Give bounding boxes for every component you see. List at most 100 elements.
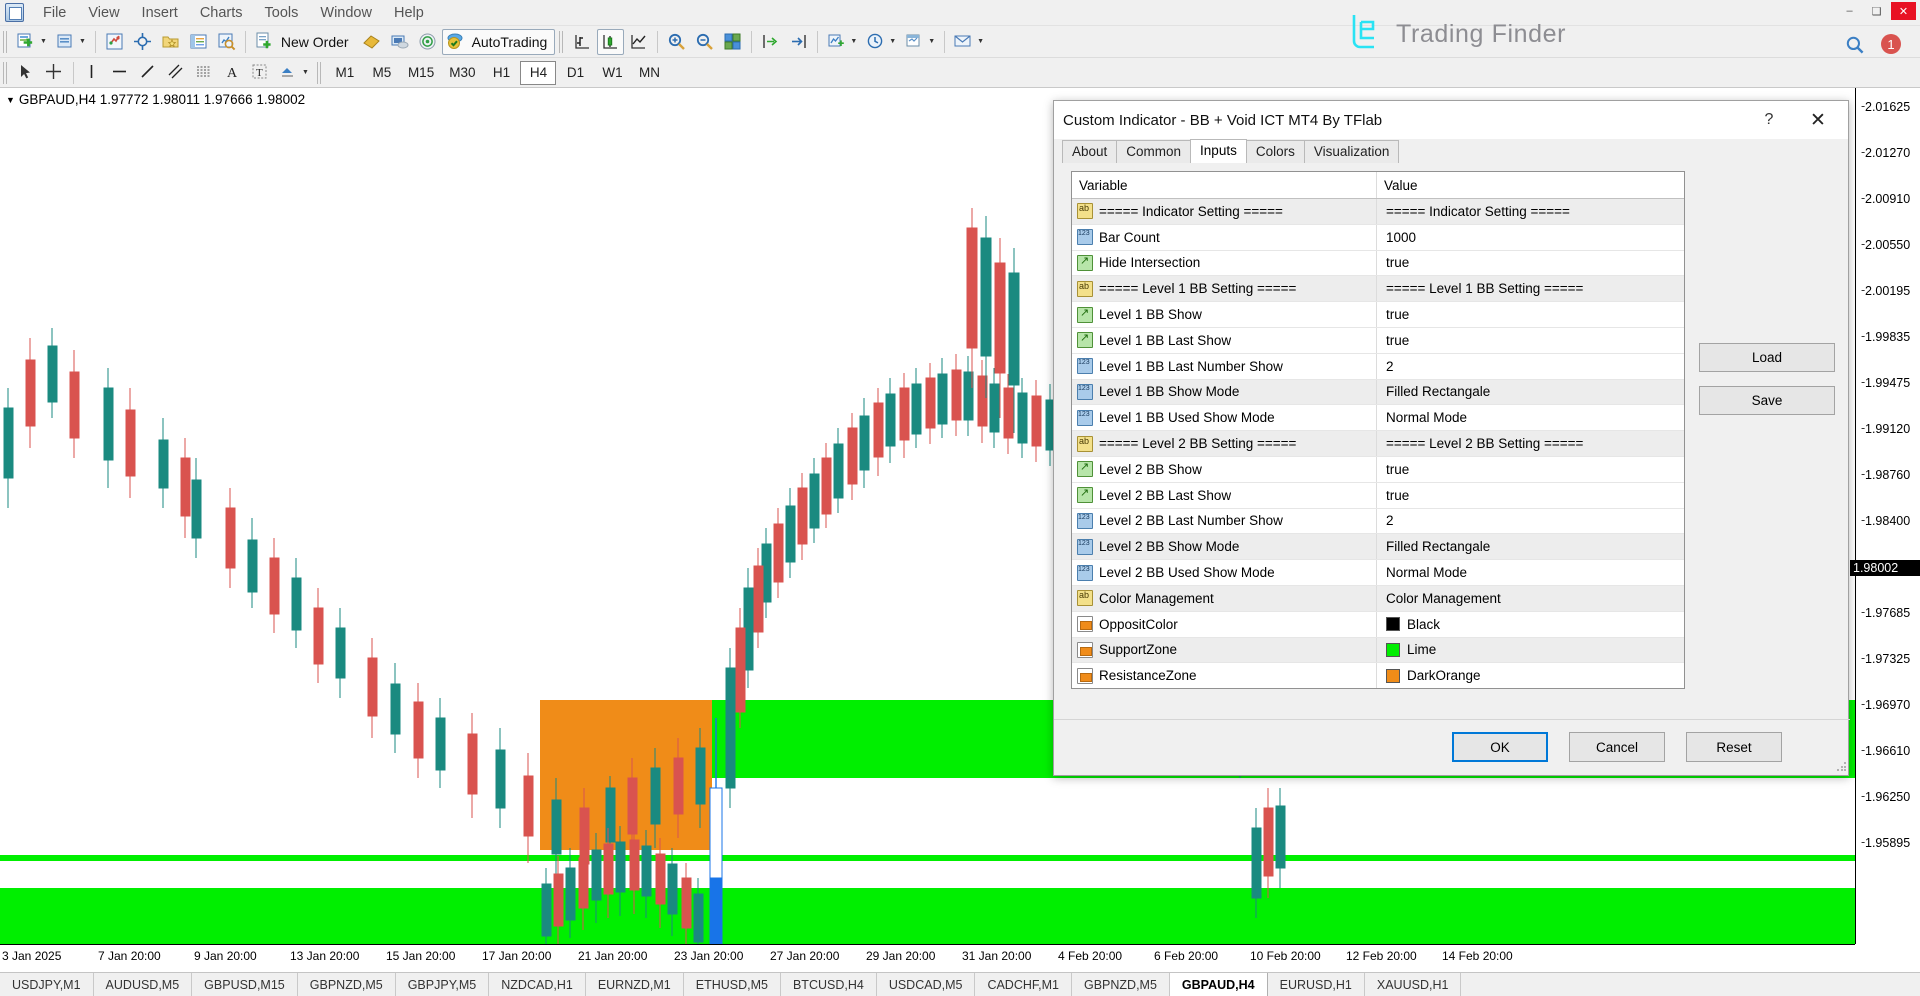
- chevron-down-icon[interactable]: ▼: [79, 38, 86, 45]
- table-row[interactable]: Level 1 BB Last Show true: [1072, 328, 1684, 354]
- variable-value[interactable]: Black: [1407, 617, 1440, 632]
- table-row[interactable]: Level 2 BB Show Mode Filled Rectangale: [1072, 534, 1684, 560]
- variable-value[interactable]: Normal Mode: [1386, 565, 1467, 580]
- table-row[interactable]: Bar Count 1000: [1072, 225, 1684, 251]
- timeframe-w1[interactable]: W1: [594, 61, 630, 85]
- line-chart-button[interactable]: [625, 29, 652, 55]
- table-row[interactable]: Hide Intersection true: [1072, 251, 1684, 277]
- toolbar-grip[interactable]: [317, 62, 323, 84]
- dialog-titlebar[interactable]: Custom Indicator - BB + Void ICT MT4 By …: [1054, 101, 1848, 139]
- mail-button[interactable]: ▼: [950, 29, 988, 55]
- timeframe-m15[interactable]: M15: [401, 61, 441, 85]
- table-row[interactable]: Level 1 BB Last Number Show 2: [1072, 354, 1684, 380]
- close-icon[interactable]: ✕: [1796, 105, 1840, 135]
- cursor-button[interactable]: [13, 60, 40, 86]
- inputs-grid[interactable]: Variable Value ===== Indicator Setting =…: [1071, 171, 1685, 689]
- auto-scroll-button[interactable]: [785, 29, 812, 55]
- table-row[interactable]: Color Management Color Management: [1072, 586, 1684, 612]
- variable-value[interactable]: Color Management: [1386, 591, 1501, 606]
- resize-grip[interactable]: [1836, 761, 1848, 773]
- help-icon[interactable]: ?: [1754, 108, 1784, 132]
- table-row[interactable]: Level 1 BB Used Show Mode Normal Mode: [1072, 405, 1684, 431]
- equidistant-channel-button[interactable]: [163, 60, 190, 86]
- table-row[interactable]: Level 2 BB Last Number Show 2: [1072, 509, 1684, 535]
- reset-button[interactable]: Reset: [1686, 732, 1782, 762]
- chevron-down-icon[interactable]: ▼: [40, 38, 47, 45]
- chart-tab[interactable]: CADCHF,M1: [975, 973, 1072, 996]
- variable-value[interactable]: DarkOrange: [1407, 668, 1481, 683]
- chart-tab[interactable]: EURUSD,H1: [1268, 973, 1365, 996]
- variable-value[interactable]: true: [1386, 462, 1409, 477]
- table-row[interactable]: ResistanceZone DarkOrange: [1072, 663, 1684, 689]
- variable-value[interactable]: Normal Mode: [1386, 410, 1467, 425]
- load-button[interactable]: Load: [1699, 343, 1835, 372]
- variable-value[interactable]: Filled Rectangale: [1386, 384, 1490, 399]
- variable-value[interactable]: true: [1386, 333, 1409, 348]
- navigator-button[interactable]: [157, 29, 184, 55]
- close-icon[interactable]: ✕: [1891, 2, 1916, 20]
- table-row[interactable]: Level 2 BB Used Show Mode Normal Mode: [1072, 560, 1684, 586]
- chart-tab[interactable]: GBPNZD,M5: [298, 973, 396, 996]
- profiles-button[interactable]: ▼: [52, 29, 90, 55]
- period-button[interactable]: ▼: [862, 29, 900, 55]
- chevron-down-icon[interactable]: ▼: [302, 69, 309, 76]
- chart-tab[interactable]: AUDUSD,M5: [94, 973, 193, 996]
- custom-indicator-dialog[interactable]: Custom Indicator - BB + Void ICT MT4 By …: [1053, 100, 1849, 776]
- crosshair-button[interactable]: [129, 29, 156, 55]
- text-button[interactable]: A: [219, 60, 246, 86]
- trendline-button[interactable]: [135, 60, 162, 86]
- tab-visualization[interactable]: Visualization: [1304, 140, 1400, 163]
- market-watch-button[interactable]: [101, 29, 128, 55]
- chevron-down-icon[interactable]: ▼: [850, 38, 857, 45]
- timeframe-m5[interactable]: M5: [364, 61, 400, 85]
- table-row[interactable]: ===== Level 1 BB Setting ===== ===== Lev…: [1072, 276, 1684, 302]
- table-row[interactable]: SupportZone Lime: [1072, 638, 1684, 664]
- vertical-line-button[interactable]: [79, 60, 106, 86]
- table-row[interactable]: ===== Level 2 BB Setting ===== ===== Lev…: [1072, 431, 1684, 457]
- new-chart-button[interactable]: ▼: [13, 29, 51, 55]
- variable-value[interactable]: true: [1386, 307, 1409, 322]
- notifications-button[interactable]: 1: [1876, 31, 1906, 57]
- chart-tab[interactable]: USDJPY,M1: [0, 973, 94, 996]
- chart-tab[interactable]: GBPUSD,M15: [192, 973, 298, 996]
- chevron-down-icon[interactable]: ▼: [977, 38, 984, 45]
- timeframe-mn[interactable]: MN: [631, 61, 667, 85]
- chart-tab-active[interactable]: GBPAUD,H4: [1170, 973, 1268, 996]
- timeframe-d1[interactable]: D1: [557, 61, 593, 85]
- maximize-icon[interactable]: ❑: [1864, 2, 1889, 20]
- autotrading-button[interactable]: AutoTrading: [442, 29, 556, 55]
- timeframe-h4[interactable]: H4: [520, 61, 556, 85]
- chart-tab[interactable]: NZDCAD,H1: [489, 973, 586, 996]
- variable-value[interactable]: 2: [1386, 359, 1394, 374]
- search-button[interactable]: [1841, 31, 1868, 57]
- timeframe-h1[interactable]: H1: [483, 61, 519, 85]
- shift-end-button[interactable]: [757, 29, 784, 55]
- timeframe-m30[interactable]: M30: [442, 61, 482, 85]
- menu-item-file[interactable]: File: [32, 1, 77, 25]
- variable-value[interactable]: Lime: [1407, 642, 1436, 657]
- variable-value[interactable]: Filled Rectangale: [1386, 539, 1490, 554]
- tile-windows-button[interactable]: [719, 29, 746, 55]
- crosshair-tool-button[interactable]: [41, 60, 68, 86]
- table-row[interactable]: Level 1 BB Show true: [1072, 302, 1684, 328]
- save-button[interactable]: Save: [1699, 386, 1835, 415]
- tab-common[interactable]: Common: [1116, 140, 1191, 163]
- menu-item-window[interactable]: Window: [309, 1, 383, 25]
- chart-tab[interactable]: USDCAD,M5: [877, 973, 976, 996]
- new-order-button[interactable]: New Order: [251, 29, 357, 55]
- menu-item-view[interactable]: View: [77, 1, 130, 25]
- table-row[interactable]: Level 1 BB Show Mode Filled Rectangale: [1072, 380, 1684, 406]
- variable-value[interactable]: ===== Level 1 BB Setting =====: [1386, 281, 1583, 296]
- fibonacci-button[interactable]: [191, 60, 218, 86]
- variable-value[interactable]: ===== Level 2 BB Setting =====: [1386, 436, 1583, 451]
- arrows-button[interactable]: ▼: [275, 60, 313, 86]
- variable-value[interactable]: 2: [1386, 513, 1394, 528]
- collapse-icon[interactable]: ▼: [6, 95, 15, 105]
- minimize-icon[interactable]: –: [1837, 2, 1862, 20]
- toolbar-grip[interactable]: [3, 62, 9, 84]
- strategy-tester-button[interactable]: [213, 29, 240, 55]
- templates-button[interactable]: ▼: [901, 29, 939, 55]
- variable-value[interactable]: 1000: [1386, 230, 1416, 245]
- menu-item-insert[interactable]: Insert: [131, 1, 189, 25]
- menu-item-help[interactable]: Help: [383, 1, 435, 25]
